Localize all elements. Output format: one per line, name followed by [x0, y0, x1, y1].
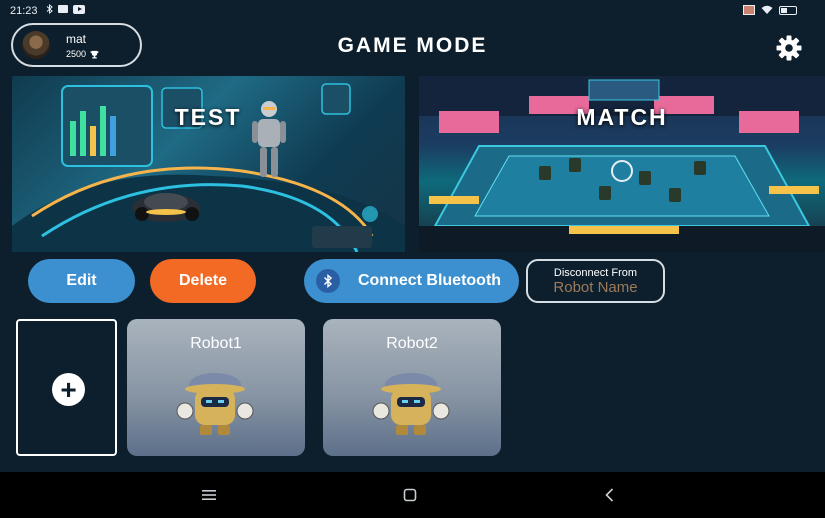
- robot-card[interactable]: Robot1: [127, 319, 305, 456]
- test-mode-label: TEST: [174, 104, 242, 130]
- test-mode-card[interactable]: TEST: [12, 76, 405, 252]
- status-bar: 21:23: [0, 0, 825, 22]
- delete-button[interactable]: Delete: [150, 259, 256, 303]
- edit-button[interactable]: Edit: [28, 259, 135, 303]
- image-notification-icon: [743, 5, 755, 15]
- page-title: GAME MODE: [337, 34, 488, 57]
- gear-icon[interactable]: [776, 35, 802, 61]
- robot-mascot-icon: [372, 373, 450, 435]
- app-screen: 21:23 mat 2500 GAME MODE TEST MATCH Edit…: [0, 0, 825, 472]
- disconnect-robot-name: Robot Name: [553, 278, 638, 296]
- disconnect-label: Disconnect From: [553, 266, 638, 279]
- bluetooth-icon: [316, 269, 340, 293]
- robot-name: Robot1: [190, 335, 242, 352]
- connect-bluetooth-button[interactable]: Connect Bluetooth: [304, 259, 519, 303]
- connect-bluetooth-label: Connect Bluetooth: [357, 272, 502, 289]
- robot-name: Robot2: [386, 335, 438, 352]
- home-icon[interactable]: [400, 485, 420, 505]
- add-robot-card[interactable]: +: [16, 319, 117, 456]
- status-time: 21:23: [10, 5, 38, 17]
- bluetooth-status-icon: [46, 4, 53, 14]
- battery-icon: [779, 5, 797, 15]
- wifi-icon: [761, 5, 773, 14]
- match-mode-card[interactable]: MATCH: [419, 76, 825, 252]
- back-icon[interactable]: [600, 485, 620, 505]
- match-mode-illustration: [419, 76, 825, 252]
- disconnect-button[interactable]: Disconnect From Robot Name: [526, 259, 665, 303]
- plus-icon: +: [52, 373, 85, 406]
- menu-icon[interactable]: [199, 485, 219, 505]
- youtube-icon: [73, 4, 85, 14]
- notification-icon: [58, 5, 68, 13]
- test-mode-illustration: [12, 83, 405, 252]
- navigation-bar: [0, 472, 825, 518]
- match-mode-label: MATCH: [576, 104, 668, 130]
- robot-mascot-icon: [176, 373, 254, 435]
- robot-card[interactable]: Robot2: [323, 319, 501, 456]
